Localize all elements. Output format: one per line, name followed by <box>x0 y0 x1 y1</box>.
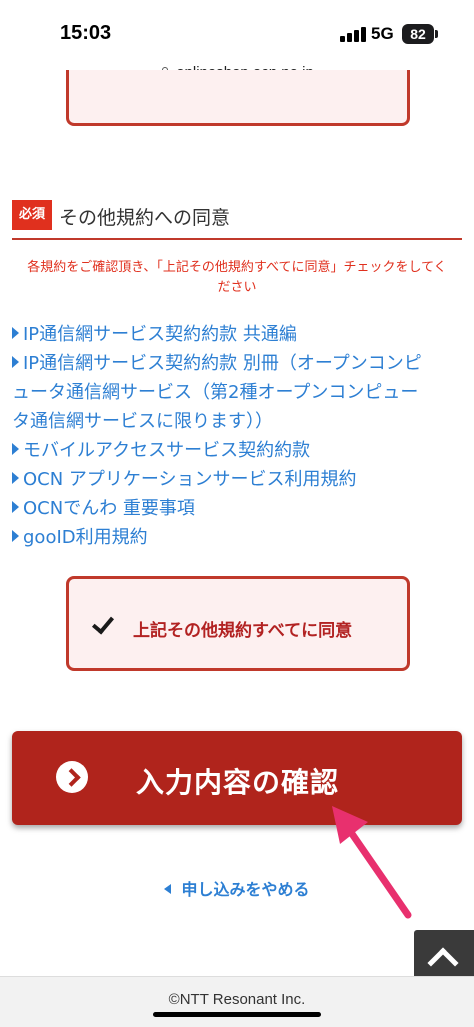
annotation-arrow-icon <box>332 806 412 919</box>
status-time: 15:03 <box>60 22 112 44</box>
previous-agreement-box <box>66 70 410 126</box>
copyright-text: ©NTT Resonant Inc. <box>168 991 306 1008</box>
home-indicator[interactable] <box>153 1012 321 1017</box>
cancel-application-link[interactable]: 申し込みをやめる <box>0 876 474 900</box>
section-title: その他規約への同意 <box>59 207 231 229</box>
triangle-left-icon <box>164 884 172 894</box>
notice-line: ださい <box>217 280 257 295</box>
terms-link-ip-open-computer-cont[interactable]: タ通信網サービスに限ります）） <box>12 407 464 436</box>
agreement-label[interactable]: 上記その他規約すべてに同意 <box>133 616 352 641</box>
confirm-button-label: 入力内容の確認 <box>136 766 340 799</box>
triangle-right-icon <box>12 501 19 513</box>
agreement-checkbox-box[interactable]: 上記その他規約すべてに同意 <box>66 576 410 671</box>
triangle-right-icon <box>12 530 19 542</box>
arrow-circle-right-icon <box>56 761 88 793</box>
terms-link-ocn-app-service[interactable]: OCN アプリケーションサービス利用規約 <box>12 465 464 494</box>
triangle-right-icon <box>12 472 19 484</box>
terms-link-mobile-access[interactable]: モバイルアクセスサービス契約約款 <box>12 436 464 465</box>
footer: ©NTT Resonant Inc. <box>0 976 474 1027</box>
triangle-right-icon <box>12 443 19 455</box>
checkmark-icon <box>91 611 115 635</box>
required-badge: 必須 <box>12 200 52 230</box>
terms-link-ip-open-computer[interactable]: IP通信網サービス契約約款 別冊（オープンコンピ <box>12 349 464 378</box>
terms-link-ip-open-computer-cont[interactable]: ュータ通信網サービス（第2種オープンコンピュー <box>12 378 464 407</box>
terms-link-ip-common[interactable]: IP通信網サービス契約約款 共通編 <box>12 320 464 349</box>
notice-line: 各規約をご確認頂き、「上記その他規約すべてに同意」チェックをしてく <box>27 260 447 275</box>
triangle-right-icon <box>12 327 19 339</box>
terms-link-gooid[interactable]: gooID利用規約 <box>12 523 464 552</box>
chevron-up-icon <box>427 947 459 979</box>
battery-icon: 82 <box>402 24 438 44</box>
agreement-checkbox[interactable] <box>91 611 117 639</box>
terms-links: IP通信網サービス契約約款 共通編 IP通信網サービス契約約款 別冊（オープンコ… <box>12 320 464 552</box>
triangle-right-icon <box>12 356 19 368</box>
signal-icon <box>340 26 366 42</box>
section-header: 必須 その他規約への同意 <box>12 198 462 240</box>
status-bar: 15:03 5G 82 <box>0 0 474 60</box>
agreement-notice: 各規約をご確認頂き、「上記その他規約すべてに同意」チェックをしてく ださい <box>12 258 462 298</box>
terms-link-ocn-denwa[interactable]: OCNでんわ 重要事項 <box>12 494 464 523</box>
network-type: 5G <box>371 24 394 43</box>
